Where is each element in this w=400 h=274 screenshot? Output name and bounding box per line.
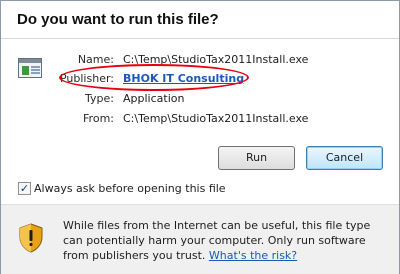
whats-the-risk-link[interactable]: What's the risk? (209, 249, 297, 262)
title-divider (1, 38, 399, 39)
name-label: Name: (77, 53, 114, 66)
dialog-title: Do you want to run this file? (17, 11, 219, 28)
cancel-button[interactable]: Cancel (306, 146, 383, 170)
run-button[interactable]: Run (218, 146, 295, 170)
publisher-highlight-annotation (59, 64, 249, 91)
always-ask-checkbox[interactable]: ✓ (18, 182, 31, 195)
type-label: Type: (85, 92, 114, 105)
from-label: From: (83, 112, 114, 125)
file-icon-lines (31, 66, 40, 68)
warning-text-block: While files from the Internet can be use… (63, 218, 393, 263)
security-warning-shield-icon (19, 223, 43, 253)
run-file-dialog: Do you want to run this file? Name: C:\T… (0, 0, 400, 274)
from-value: C:\Temp\StudioTax2011Install.exe (123, 112, 309, 125)
security-warning-footer: While files from the Internet can be use… (1, 204, 399, 274)
always-ask-label[interactable]: Always ask before opening this file (34, 182, 226, 195)
type-value: Application (123, 92, 185, 105)
